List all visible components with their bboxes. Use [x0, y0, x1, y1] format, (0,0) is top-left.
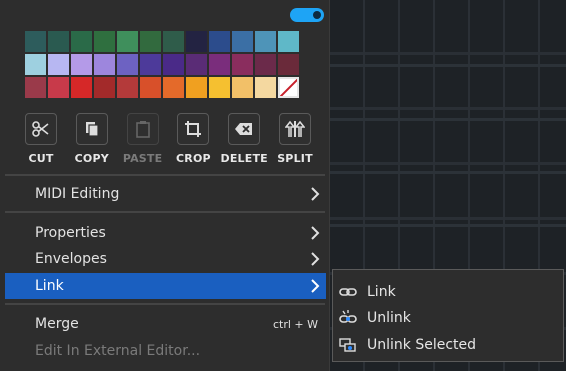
- color-swatch[interactable]: [117, 54, 138, 75]
- submenu-item-label: Unlink Selected: [367, 337, 477, 353]
- color-swatch[interactable]: [94, 31, 115, 52]
- color-swatch[interactable]: [140, 31, 161, 52]
- paste-tool[interactable]: PASTE: [120, 113, 166, 169]
- crop-icon: [185, 121, 202, 137]
- color-swatch[interactable]: [163, 54, 184, 75]
- copy-tool[interactable]: COPY: [69, 113, 115, 169]
- color-swatch[interactable]: [209, 31, 230, 52]
- clipboard-icon: [135, 121, 150, 138]
- merge-shortcut: ctrl + W: [272, 317, 318, 331]
- color-palette: [25, 31, 299, 98]
- color-swatch[interactable]: [186, 77, 207, 98]
- menu-item-properties[interactable]: Properties: [5, 220, 326, 246]
- copy-button[interactable]: [75, 113, 108, 145]
- color-swatch[interactable]: [117, 77, 138, 98]
- menu-item-edit-external[interactable]: Edit In External Editor...: [5, 338, 326, 364]
- menu-item-label: Envelopes: [35, 251, 107, 267]
- menu-item-link[interactable]: Link: [5, 273, 326, 299]
- color-swatch[interactable]: [25, 31, 46, 52]
- edit-toolbar: CUT COPY PASTE CROP DELETE SPLIT: [18, 113, 318, 169]
- delete-tool[interactable]: DELETE: [220, 113, 268, 169]
- submenu-item-label: Unlink: [367, 310, 411, 326]
- no-color-swatch[interactable]: [278, 77, 299, 98]
- menu-divider: [5, 303, 325, 305]
- color-swatch[interactable]: [94, 77, 115, 98]
- color-swatch[interactable]: [255, 54, 276, 75]
- submenu-item-label: Link: [367, 284, 396, 300]
- paste-label: PASTE: [122, 152, 163, 165]
- color-swatch[interactable]: [117, 31, 138, 52]
- chevron-right-icon: [311, 226, 320, 240]
- color-swatch[interactable]: [232, 77, 253, 98]
- color-swatch[interactable]: [94, 54, 115, 75]
- color-swatch[interactable]: [48, 31, 69, 52]
- cut-label: CUT: [28, 152, 54, 165]
- color-swatch[interactable]: [71, 54, 92, 75]
- chevron-right-icon: [311, 279, 320, 293]
- color-swatch[interactable]: [186, 54, 207, 75]
- color-swatch[interactable]: [25, 77, 46, 98]
- menu-item-label: Properties: [35, 225, 106, 241]
- menu-item-merge[interactable]: Merge ctrl + W: [5, 311, 326, 337]
- delete-icon: [235, 123, 253, 135]
- scissors-icon: [32, 121, 49, 137]
- copy-icon: [85, 122, 99, 137]
- copy-label: COPY: [74, 152, 109, 165]
- clip-context-menu: CUT COPY PASTE CROP DELETE SPLIT MIDI Ed…: [0, 0, 330, 371]
- color-swatch[interactable]: [209, 77, 230, 98]
- chevron-right-icon: [311, 187, 320, 201]
- menu-item-label: Edit In External Editor...: [35, 343, 201, 359]
- color-swatch[interactable]: [278, 54, 299, 75]
- menu-divider: [5, 174, 325, 176]
- menu-item-label: Merge: [35, 316, 79, 332]
- color-swatch[interactable]: [71, 77, 92, 98]
- cut-button[interactable]: [25, 113, 57, 145]
- crop-label: CROP: [176, 152, 211, 165]
- track-divider: [330, 171, 566, 174]
- track-divider: [330, 118, 566, 121]
- color-swatch[interactable]: [278, 31, 299, 52]
- color-swatch[interactable]: [48, 77, 69, 98]
- color-swatch[interactable]: [163, 31, 184, 52]
- split-label: SPLIT: [277, 152, 313, 165]
- color-swatch[interactable]: [209, 54, 230, 75]
- color-swatch[interactable]: [48, 54, 69, 75]
- menu-divider: [5, 211, 325, 213]
- unlink-icon: [339, 310, 357, 323]
- color-swatch[interactable]: [232, 54, 253, 75]
- chevron-right-icon: [311, 252, 320, 266]
- split-tool[interactable]: SPLIT: [272, 113, 318, 169]
- split-button[interactable]: [278, 113, 311, 145]
- submenu-item-link[interactable]: Link: [333, 279, 563, 305]
- color-swatch[interactable]: [71, 31, 92, 52]
- color-swatch[interactable]: [140, 77, 161, 98]
- track-divider: [330, 224, 566, 227]
- unlink-selected-icon: [339, 338, 356, 352]
- track-divider: [330, 64, 566, 67]
- menu-item-label: MIDI Editing: [35, 186, 120, 202]
- submenu-item-unlink-selected[interactable]: Unlink Selected: [333, 332, 563, 358]
- cut-tool[interactable]: CUT: [18, 113, 64, 169]
- crop-tool[interactable]: CROP: [170, 113, 216, 169]
- paste-button[interactable]: [126, 113, 159, 145]
- delete-button[interactable]: [228, 113, 261, 145]
- color-swatch[interactable]: [163, 77, 184, 98]
- color-swatch[interactable]: [255, 31, 276, 52]
- menu-item-midi-editing[interactable]: MIDI Editing: [5, 181, 326, 207]
- menu-item-label: Link: [35, 278, 64, 294]
- color-swatch[interactable]: [25, 54, 46, 75]
- crop-button[interactable]: [177, 113, 210, 145]
- split-icon: [284, 120, 305, 137]
- delete-label: DELETE: [220, 152, 268, 165]
- submenu-item-unlink[interactable]: Unlink: [333, 305, 563, 331]
- link-submenu: Link Unlink Unlink Selected: [332, 269, 564, 362]
- toggle-knob: [313, 11, 321, 19]
- color-swatch[interactable]: [186, 31, 207, 52]
- link-icon: [339, 288, 357, 296]
- color-swatch[interactable]: [255, 77, 276, 98]
- menu-item-envelopes[interactable]: Envelopes: [5, 246, 326, 272]
- color-swatch[interactable]: [232, 31, 253, 52]
- color-swatch[interactable]: [140, 54, 161, 75]
- color-toggle-switch[interactable]: [290, 8, 324, 22]
